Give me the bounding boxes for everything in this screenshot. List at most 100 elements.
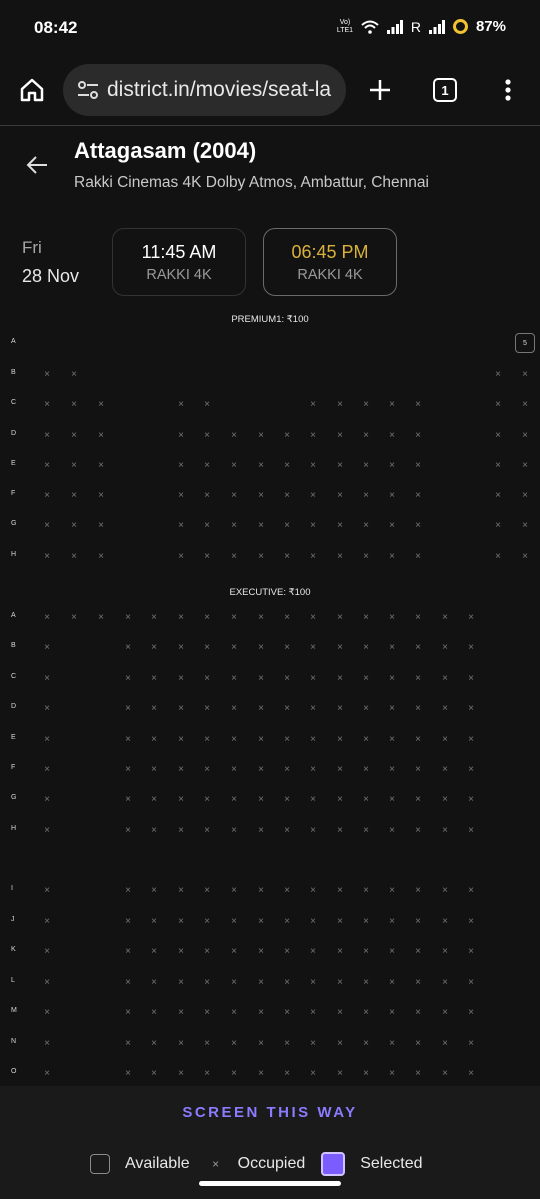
seat-occupied — [37, 880, 57, 900]
legend-occupied-label: Occupied — [237, 1155, 306, 1172]
seat-occupied — [91, 546, 111, 566]
seat-occupied — [37, 1033, 57, 1053]
back-button[interactable] — [22, 150, 52, 180]
seat-occupied — [224, 1002, 244, 1022]
seat-occupied — [277, 455, 297, 475]
seat-occupied — [435, 789, 455, 809]
seat-occupied — [356, 607, 376, 627]
section-label-premium: PREMIUM1: ₹100 — [231, 314, 309, 325]
url-text: district.in/movies/seat-la — [107, 78, 332, 101]
seat-occupied — [251, 759, 271, 779]
seat-occupied — [37, 637, 57, 657]
seat-legend: Available × Occupied Selected — [90, 1152, 439, 1176]
row-label: C — [11, 673, 17, 680]
seat-occupied — [408, 698, 428, 718]
seat-occupied — [251, 425, 271, 445]
seat-occupied — [171, 941, 191, 961]
seat-occupied — [197, 485, 217, 505]
seat-occupied — [461, 911, 481, 931]
showtime-0645[interactable]: 06:45 PM RAKKI 4K — [263, 228, 397, 296]
seat-occupied — [382, 698, 402, 718]
seat-occupied — [118, 607, 138, 627]
seat-occupied — [303, 759, 323, 779]
seat-occupied — [224, 515, 244, 535]
seat-occupied — [408, 394, 428, 414]
seat-occupied — [197, 789, 217, 809]
seat-occupied — [197, 637, 217, 657]
row-label: J — [11, 916, 15, 923]
seat-occupied — [382, 394, 402, 414]
seat-occupied — [303, 485, 323, 505]
roaming-indicator: R — [410, 18, 421, 35]
seat-occupied — [251, 972, 271, 992]
seat-occupied — [330, 637, 350, 657]
seat-occupied — [37, 546, 57, 566]
available-seat-swatch — [90, 1154, 110, 1174]
seat-occupied — [64, 425, 84, 445]
seat-occupied — [330, 485, 350, 505]
row-label: B — [11, 642, 16, 649]
seat-occupied — [197, 1033, 217, 1053]
seat-occupied — [461, 637, 481, 657]
new-tab-button[interactable] — [362, 72, 398, 108]
seat-occupied — [356, 759, 376, 779]
seat-occupied — [435, 759, 455, 779]
seat-occupied — [382, 880, 402, 900]
row-label: H — [11, 551, 17, 558]
seat-occupied — [197, 911, 217, 931]
seat-occupied — [197, 759, 217, 779]
seat-occupied — [37, 668, 57, 688]
seat-occupied — [64, 607, 84, 627]
seat-occupied — [197, 668, 217, 688]
seat-occupied — [461, 789, 481, 809]
seat-occupied — [408, 1033, 428, 1053]
seat-occupied — [356, 668, 376, 688]
seat-occupied — [224, 1033, 244, 1053]
seat-occupied — [251, 485, 271, 505]
seat-occupied — [118, 637, 138, 657]
occupied-seat-swatch: × — [212, 1157, 220, 1171]
seat-occupied — [37, 1002, 57, 1022]
seat-occupied — [224, 425, 244, 445]
tab-switcher-button[interactable]: 1 — [433, 78, 457, 102]
seat-occupied — [382, 820, 402, 840]
seat-occupied — [197, 546, 217, 566]
seat-occupied — [171, 607, 191, 627]
seat-occupied — [515, 364, 535, 384]
seat-available[interactable]: 5 — [515, 333, 535, 353]
seat-occupied — [171, 789, 191, 809]
seat-occupied — [356, 455, 376, 475]
seat-occupied — [251, 668, 271, 688]
row-label: B — [11, 369, 16, 376]
seat-occupied — [171, 972, 191, 992]
seat-occupied — [461, 880, 481, 900]
seat-occupied — [277, 789, 297, 809]
screen-direction-label: SCREEN THIS WAY — [182, 1104, 358, 1121]
seat-occupied — [330, 455, 350, 475]
site-settings-icon[interactable] — [77, 80, 99, 100]
seat-occupied — [251, 546, 271, 566]
date-number[interactable]: 28 Nov — [22, 266, 79, 287]
seat-occupied — [303, 1033, 323, 1053]
seat-occupied — [408, 880, 428, 900]
seat-occupied — [277, 607, 297, 627]
home-button[interactable] — [14, 72, 50, 108]
showtime-1145[interactable]: 11:45 AM RAKKI 4K — [112, 228, 246, 296]
seat-occupied — [303, 425, 323, 445]
seat-occupied — [197, 455, 217, 475]
seat-occupied — [488, 425, 508, 445]
seat-occupied — [461, 972, 481, 992]
address-bar[interactable]: district.in/movies/seat-la — [63, 64, 346, 116]
seat-occupied — [382, 972, 402, 992]
seat-occupied — [37, 485, 57, 505]
seat-occupied — [408, 759, 428, 779]
seat-occupied — [251, 941, 271, 961]
seat-occupied — [118, 941, 138, 961]
seat-occupied — [303, 1002, 323, 1022]
seat-occupied — [488, 515, 508, 535]
seat-occupied — [330, 880, 350, 900]
gesture-home-indicator[interactable] — [199, 1181, 341, 1186]
more-menu-button[interactable] — [496, 72, 520, 108]
seat-occupied — [224, 880, 244, 900]
seat-occupied — [435, 607, 455, 627]
